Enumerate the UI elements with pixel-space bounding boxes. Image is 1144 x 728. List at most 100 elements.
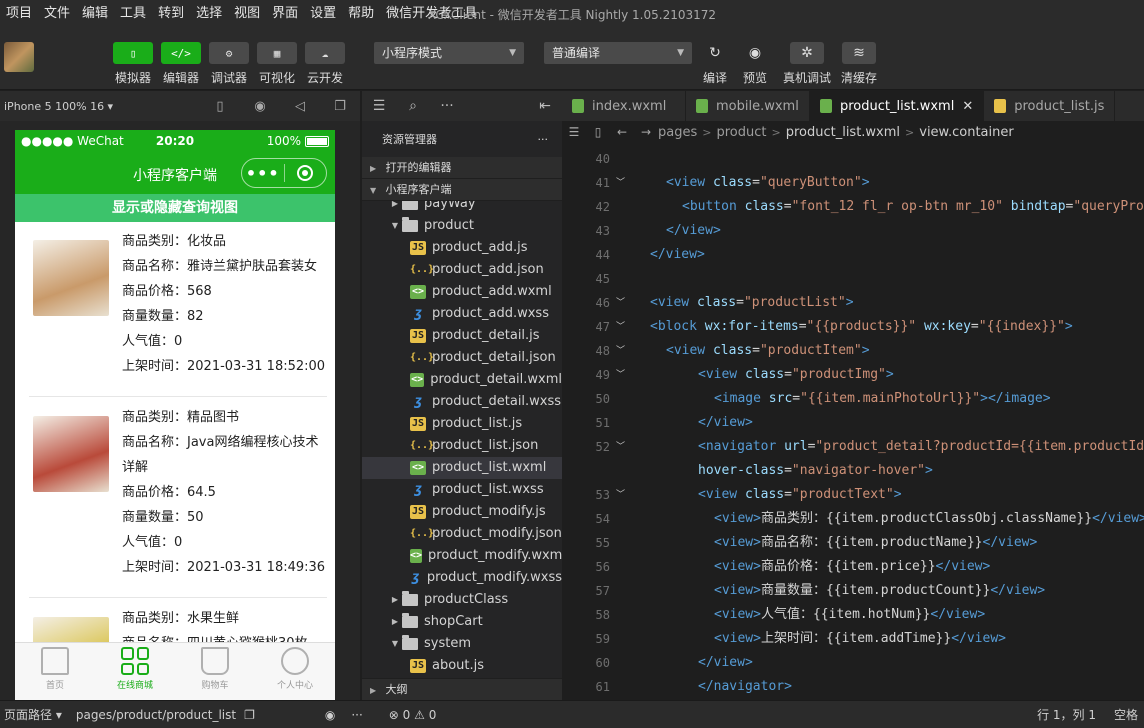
phone-icon[interactable]: ▯: [200, 99, 240, 114]
file-item[interactable]: {..} product_detail.json: [362, 347, 562, 369]
menu-item[interactable]: 微信开发者工具: [380, 0, 483, 28]
volume-icon[interactable]: ◁: [280, 99, 320, 114]
file-item[interactable]: <> product_detail.wxml: [362, 369, 562, 391]
file-item[interactable]: {..} product_list.json: [362, 435, 562, 457]
menu-item[interactable]: 转到: [152, 0, 190, 28]
code-editor[interactable]: 40 41 ﹀ <view class="queryButton"> 42 <button…: [562, 143, 1144, 700]
breadcrumb-item[interactable]: product_list.wxml: [786, 125, 900, 140]
folder-item[interactable]: ▼ product: [362, 215, 562, 237]
file-item[interactable]: JS product_list.js: [362, 413, 562, 435]
tab-grid[interactable]: 在线商城: [95, 643, 175, 700]
fold-chevron-icon[interactable]: ﹀: [616, 483, 625, 507]
folder-item[interactable]: ▶ payWay: [362, 201, 562, 215]
fold-chevron-icon[interactable]: ﹀: [616, 291, 625, 315]
close-icon[interactable]: ✕: [962, 99, 973, 114]
list-icon[interactable]: ☰: [562, 125, 586, 139]
menu-item[interactable]: 帮助: [342, 0, 380, 28]
toolbar-button[interactable]: ✲ 真机调试: [780, 42, 834, 86]
fold-chevron-icon[interactable]: ﹀: [616, 435, 625, 459]
list-icon[interactable]: ☰: [362, 98, 396, 114]
fold-chevron-icon[interactable]: ﹀: [616, 171, 625, 195]
menu-item[interactable]: 编辑: [76, 0, 114, 28]
section-open-editors[interactable]: ▶ 打开的编辑器: [362, 157, 562, 179]
breadcrumb-item[interactable]: pages: [658, 125, 697, 140]
product-item[interactable]: 商品类别：精品图书 商品名称：Java网络编程核心技术 详解 商品价格：64.5 商量数…: [15, 398, 335, 599]
menu-item[interactable]: 工具: [114, 0, 152, 28]
indent-setting[interactable]: 空格: [1110, 706, 1142, 723]
toolbar-button[interactable]: ☁ 云开发: [301, 42, 349, 86]
folder-icon: [402, 201, 418, 210]
editor-tab[interactable]: index.wxml: [562, 91, 686, 121]
toolbar-button[interactable]: ▯ 模拟器: [109, 42, 157, 86]
breadcrumb-item[interactable]: product: [716, 125, 766, 140]
file-item[interactable]: JS product_modify.js: [362, 501, 562, 523]
fold-chevron-icon[interactable]: ﹀: [616, 315, 625, 339]
file-item[interactable]: <> product_list.wxml: [362, 457, 562, 479]
avatar[interactable]: [4, 42, 34, 72]
toolbar-button[interactable]: ◉ 预览: [728, 42, 782, 86]
file-item[interactable]: {..} product_add.json: [362, 259, 562, 281]
record-icon[interactable]: ◉: [240, 99, 280, 114]
line-number: 47: [595, 320, 610, 334]
forward-icon[interactable]: →: [634, 125, 658, 139]
more-icon[interactable]: •••: [242, 164, 284, 183]
more-icon[interactable]: ···: [430, 98, 464, 114]
menu-item[interactable]: 选择: [190, 0, 228, 28]
breadcrumb-item[interactable]: view.container: [919, 125, 1013, 140]
file-item[interactable]: ʒ product_modify.wxss: [362, 567, 562, 589]
file-item[interactable]: JS about.js: [362, 655, 562, 677]
problems-indicator[interactable]: ⊗ 0 ⚠ 0: [385, 708, 441, 722]
toolbar-button[interactable]: ≋ 清缓存: [832, 42, 886, 86]
fold-chevron-icon[interactable]: ﹀: [616, 339, 625, 363]
mode-select[interactable]: 小程序模式 ▼: [374, 42, 524, 64]
capsule-menu[interactable]: •••: [241, 158, 327, 188]
section-outline[interactable]: ▶ 大纲: [362, 678, 562, 700]
file-item[interactable]: JS product_detail.js: [362, 325, 562, 347]
toolbar-button[interactable]: </> 编辑器: [157, 42, 205, 86]
device-select[interactable]: iPhone 5 100% 16 ▾: [0, 100, 200, 113]
menu-item[interactable]: 设置: [304, 0, 342, 28]
detach-icon[interactable]: ❐: [320, 99, 360, 114]
explorer-menu-icon[interactable]: ···: [538, 133, 549, 146]
tab-cart[interactable]: 购物车: [175, 643, 255, 700]
cursor-position[interactable]: 行 1，列 1: [1033, 706, 1100, 723]
file-item[interactable]: JS product_add.js: [362, 237, 562, 259]
back-icon[interactable]: ←: [610, 125, 634, 139]
folder-item[interactable]: ▶ productClass: [362, 589, 562, 611]
page-path-select[interactable]: 页面路径 ▾: [0, 706, 66, 723]
file-item[interactable]: ʒ product_list.wxss: [362, 479, 562, 501]
split-icon[interactable]: ⇤: [528, 98, 562, 114]
folder-item[interactable]: ▶ shopCart: [362, 611, 562, 633]
fold-chevron-icon[interactable]: ﹀: [616, 363, 625, 387]
product-item[interactable]: 商品类别：化妆品 商品名称：雅诗兰黛护肤品套装女 商品价格：568 商量数量：82 人气…: [15, 222, 335, 398]
toolbar-button[interactable]: ⚙ 调试器: [205, 42, 253, 86]
search-icon[interactable]: ⌕: [396, 98, 430, 114]
close-miniprogram-icon[interactable]: [285, 165, 327, 181]
eye-icon[interactable]: ◉: [321, 708, 339, 722]
tab-home[interactable]: 首页: [15, 643, 95, 700]
editor-tab[interactable]: product_list.wxml ✕: [810, 91, 985, 121]
editor-tab[interactable]: mobile.wxml: [686, 91, 810, 121]
copy-icon[interactable]: ❐: [240, 708, 259, 722]
more-icon[interactable]: ···: [347, 708, 366, 722]
editor-tab[interactable]: product_list.js: [984, 91, 1116, 121]
menu-item[interactable]: 视图: [228, 0, 266, 28]
toggle-query-view-button[interactable]: 显示或隐藏查询视图: [15, 194, 335, 222]
file-item[interactable]: ʒ product_add.wxss: [362, 303, 562, 325]
menu-item[interactable]: 文件: [38, 0, 76, 28]
menu-item[interactable]: 项目: [0, 0, 38, 28]
file-item[interactable]: <> product_modify.wxml: [362, 545, 562, 567]
line-number: 48: [595, 344, 610, 358]
tab-user[interactable]: 个人中心: [255, 643, 335, 700]
compile-select[interactable]: 普通编译 ▼: [544, 42, 692, 64]
file-item[interactable]: {..} product_modify.json: [362, 523, 562, 545]
file-item[interactable]: ʒ product_detail.wxss: [362, 391, 562, 413]
bookmark-icon[interactable]: ▯: [586, 125, 610, 139]
section-project[interactable]: ▼ 小程序客户端: [362, 179, 562, 201]
folder-item[interactable]: ▼ system: [362, 633, 562, 655]
toolbar-button[interactable]: ▦ 可视化: [253, 42, 301, 86]
menu-item[interactable]: 界面: [266, 0, 304, 28]
product-item[interactable]: 商品类别：水果生鲜商品名称：四川黄心猕猴桃30枚: [15, 599, 335, 642]
file-item[interactable]: <> product_add.wxml: [362, 281, 562, 303]
